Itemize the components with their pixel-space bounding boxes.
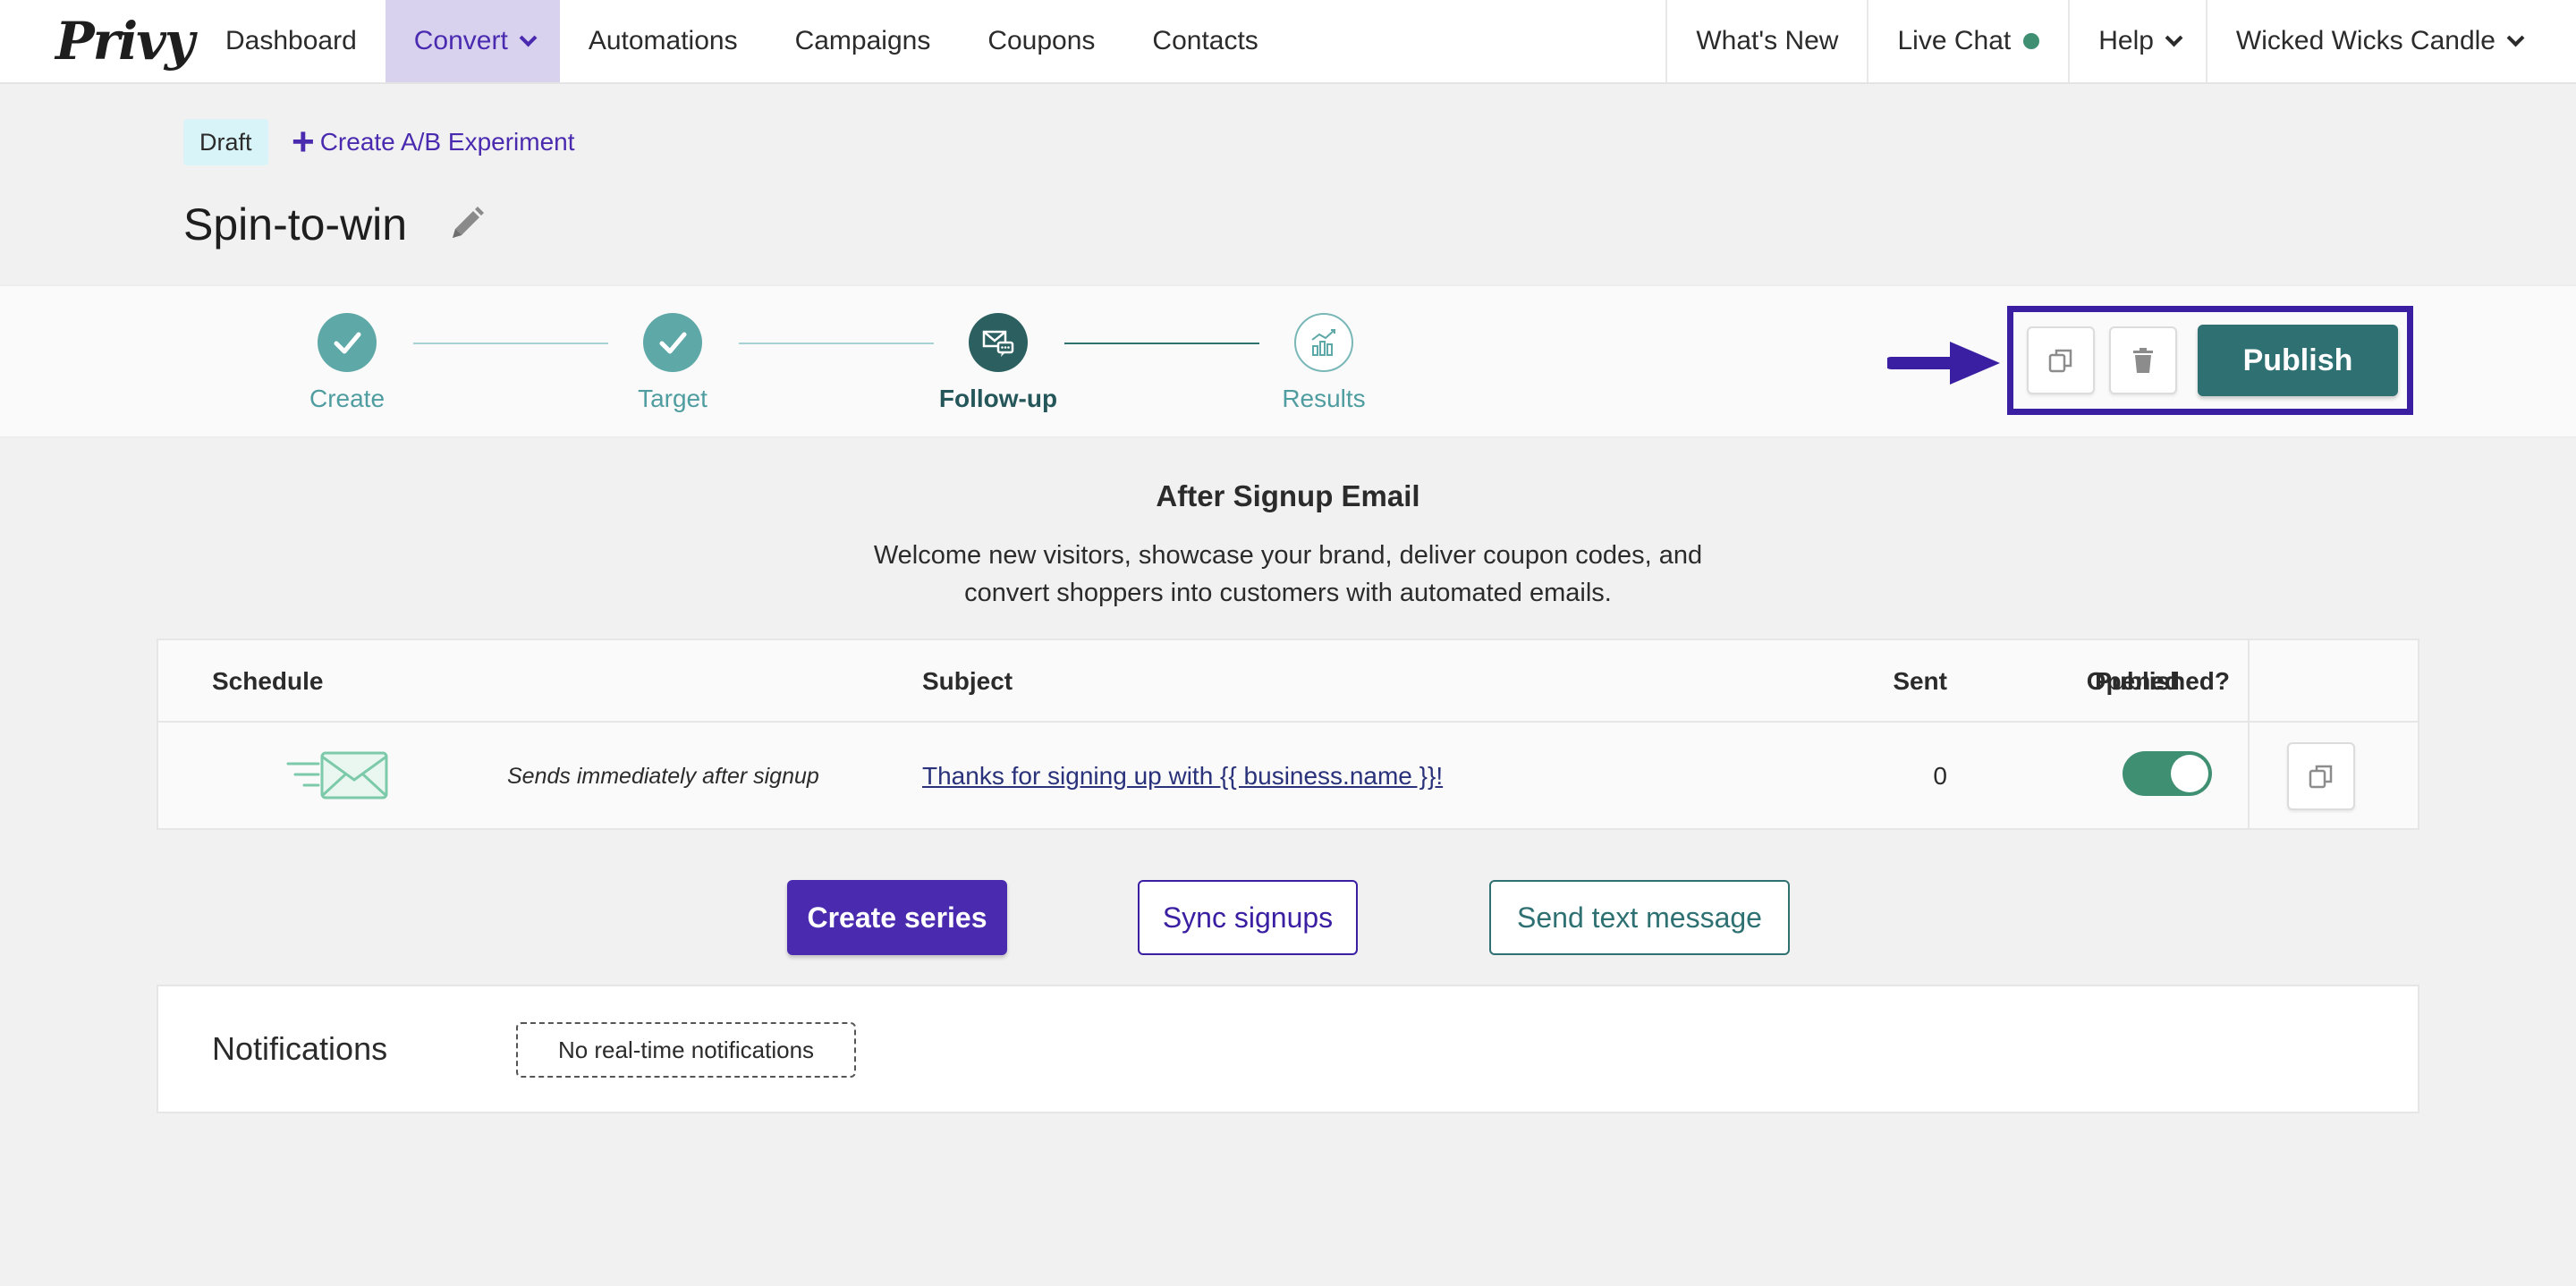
nav-convert[interactable]: Convert [385,0,560,82]
step-follow-up[interactable]: Follow-up [909,313,1088,413]
chevron-down-icon [2165,29,2183,47]
notifications-panel: Notifications No real-time notifications [157,985,2419,1113]
step-results-label: Results [1282,385,1366,412]
toggle-knob [2171,755,2208,792]
privy-logo[interactable]: Privy [0,0,197,82]
chevron-down-icon [519,29,538,47]
table-header-row: Schedule Subject Sent Opened Published? [158,640,2418,723]
step-follow-up-label: Follow-up [938,385,1058,412]
nav-campaigns-label: Campaigns [794,26,931,55]
trash-icon [2133,348,2153,373]
duplicate-campaign-button[interactable] [2027,326,2095,394]
nav-convert-label: Convert [413,26,508,55]
step-target[interactable]: Target [583,313,762,413]
chart-icon [1294,313,1353,372]
step-target-label: Target [638,385,708,412]
send-text-message-button[interactable]: Send text message [1489,880,1790,955]
header-schedule: Schedule [212,667,324,695]
page-title: Spin-to-win [183,199,408,250]
nav-coupons-label: Coupons [987,26,1096,55]
whats-new-label: What's New [1696,26,1839,55]
publish-button[interactable]: Publish [2198,325,2398,396]
table-row: Sends immediately after signup Thanks fo… [158,723,2418,830]
pencil-icon[interactable] [444,202,488,247]
step-connector [413,343,608,344]
subject-cell: Thanks for signing up with {{ business.n… [922,723,1443,830]
step-connector [1064,343,1259,344]
status-badge: Draft [183,119,268,165]
step-connector [739,343,934,344]
nav-coupons[interactable]: Coupons [959,0,1123,82]
schedule-text: Sends immediately after signup [507,723,819,830]
copy-icon [2309,765,2333,789]
create-series-button[interactable]: Create series [787,880,1007,955]
step-results[interactable]: Results [1234,313,1413,413]
campaign-actions-highlight: Publish [2007,306,2413,415]
email-table: Schedule Subject Sent Opened Published? … [157,639,2419,830]
section-title: After Signup Email [1156,479,1420,512]
header-subject: Subject [922,667,1013,695]
copy-icon [2048,349,2072,373]
utility-nav: What's New Live Chat Help Wicked Wicks C… [1665,0,2576,82]
section-description: Welcome new visitors, showcase your bran… [873,541,1703,607]
header-sent: Sent [1893,667,1947,695]
header-published: Published? [2095,667,2230,695]
chevron-down-icon [2506,29,2525,47]
schedule-value: Sends immediately after signup [507,763,819,789]
step-create-label: Create [309,385,386,412]
nav-whats-new[interactable]: What's New [1665,0,1867,82]
help-label: Help [2098,26,2154,55]
nav-dashboard-label: Dashboard [225,26,357,55]
checkmark-icon [643,313,702,372]
nav-help[interactable]: Help [2068,0,2206,82]
notifications-empty-state: No real-time notifications [516,1022,856,1078]
notifications-title: Notifications [212,1030,388,1067]
nav-account[interactable]: Wicked Wicks Candle [2205,0,2576,82]
sync-signups-button[interactable]: Sync signups [1138,880,1358,955]
nav-dashboard[interactable]: Dashboard [197,0,386,82]
email-subject-link[interactable]: Thanks for signing up with {{ business.n… [922,762,1443,791]
nav-automations-label: Automations [588,26,738,55]
envelope-chat-icon [969,313,1028,372]
nav-contacts-label: Contacts [1152,26,1258,55]
create-ab-experiment-link[interactable]: + Create A/B Experiment [292,119,575,165]
duplicate-email-button[interactable] [2287,742,2355,810]
delete-campaign-button[interactable] [2109,326,2177,394]
account-label: Wicked Wicks Candle [2235,26,2496,55]
plus-icon: + [292,120,315,164]
email-envelope-icon [286,751,388,800]
nav-contacts[interactable]: Contacts [1123,0,1286,82]
nav-live-chat[interactable]: Live Chat [1867,0,2068,82]
nav-automations[interactable]: Automations [560,0,767,82]
sent-count: 0 [1933,762,1947,790]
published-toggle[interactable] [2123,751,2212,796]
step-create[interactable]: Create [258,313,436,413]
arrow-right-icon [1887,342,2000,385]
nav-campaigns[interactable]: Campaigns [767,0,960,82]
checkmark-icon [318,313,377,372]
create-ab-experiment-label: Create A/B Experiment [319,128,575,156]
top-nav: Privy Dashboard Convert Automations Camp… [0,0,2576,84]
online-status-dot-icon [2023,33,2040,49]
main-nav: Dashboard Convert Automations Campaigns … [197,0,1287,82]
live-chat-label: Live Chat [1897,26,2012,55]
